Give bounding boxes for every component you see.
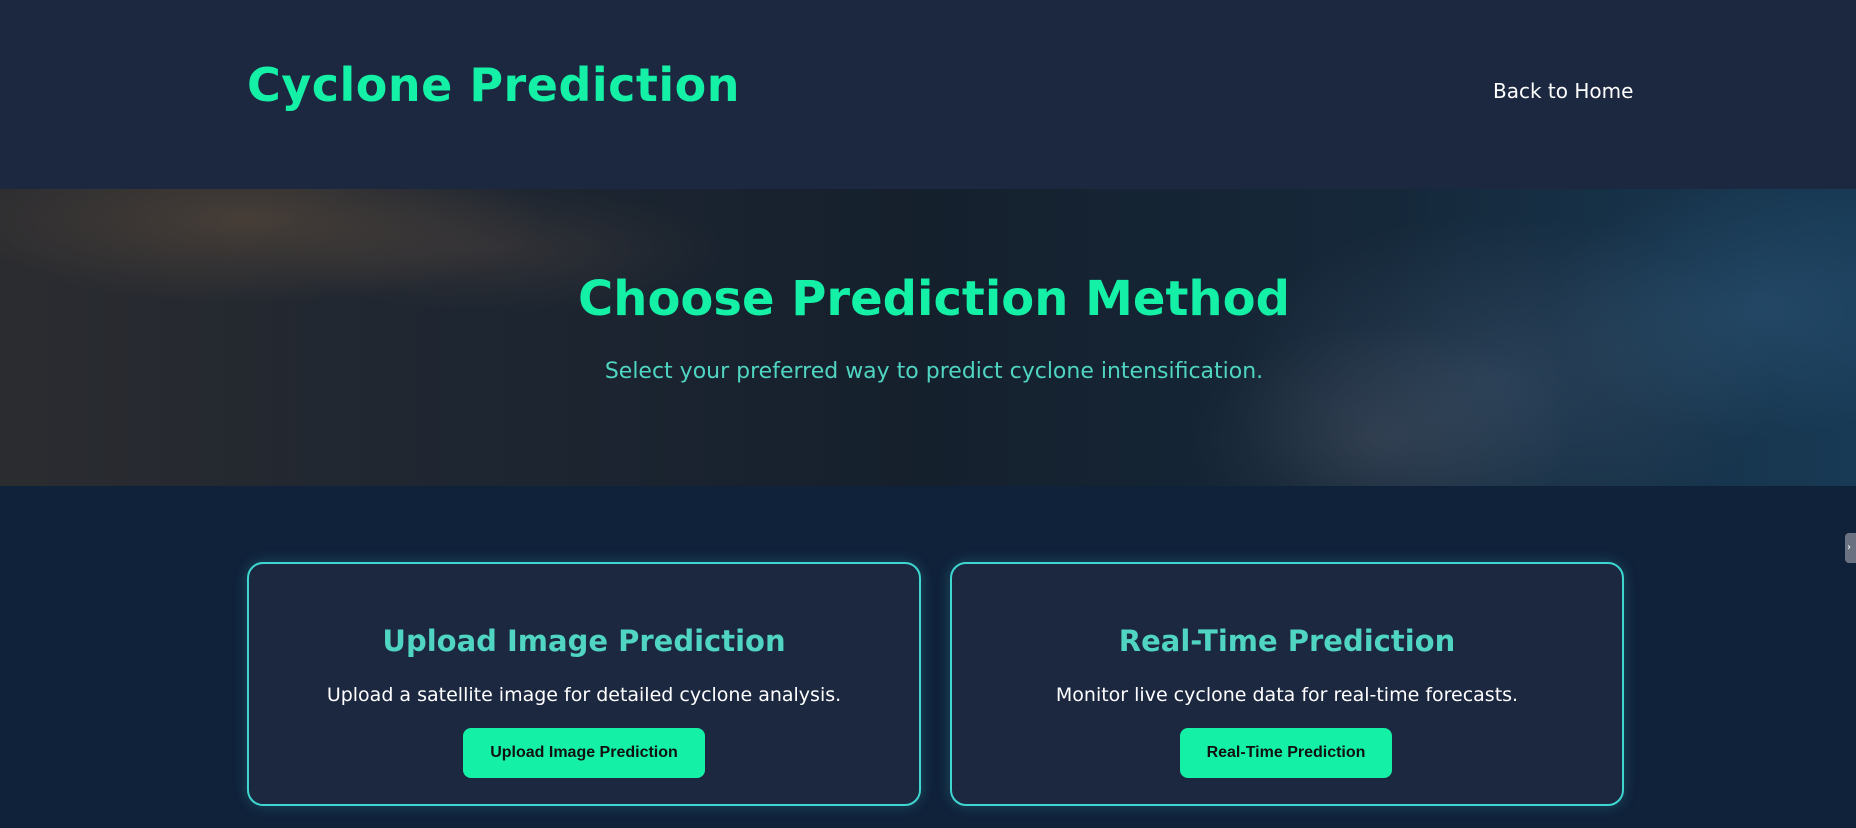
side-panel-tab[interactable]: › — [1845, 533, 1856, 563]
hero-subtitle: Select your preferred way to predict cyc… — [604, 359, 1264, 384]
card-description: Upload a satellite image for detailed cy… — [326, 684, 842, 706]
card-title: Upload Image Prediction — [382, 624, 786, 658]
upload-image-button[interactable]: Upload Image Prediction — [463, 728, 705, 778]
hero-title: Choose Prediction Method — [578, 271, 1290, 327]
back-to-home-link[interactable]: Back to Home — [1493, 79, 1633, 103]
chevron-right-icon: › — [1847, 542, 1851, 553]
card-description: Monitor live cyclone data for real-time … — [1055, 684, 1519, 706]
upload-image-card: Upload Image Prediction Upload a satelli… — [247, 562, 921, 806]
card-title: Real-Time Prediction — [1118, 624, 1456, 658]
prediction-methods: Upload Image Prediction Upload a satelli… — [0, 486, 1856, 828]
hero-banner: Choose Prediction Method Select your pre… — [0, 189, 1856, 486]
real-time-button[interactable]: Real-Time Prediction — [1180, 728, 1392, 778]
real-time-card: Real-Time Prediction Monitor live cyclon… — [950, 562, 1624, 806]
site-header: Cyclone Prediction Back to Home — [0, 0, 1856, 189]
brand-title[interactable]: Cyclone Prediction — [247, 58, 740, 112]
